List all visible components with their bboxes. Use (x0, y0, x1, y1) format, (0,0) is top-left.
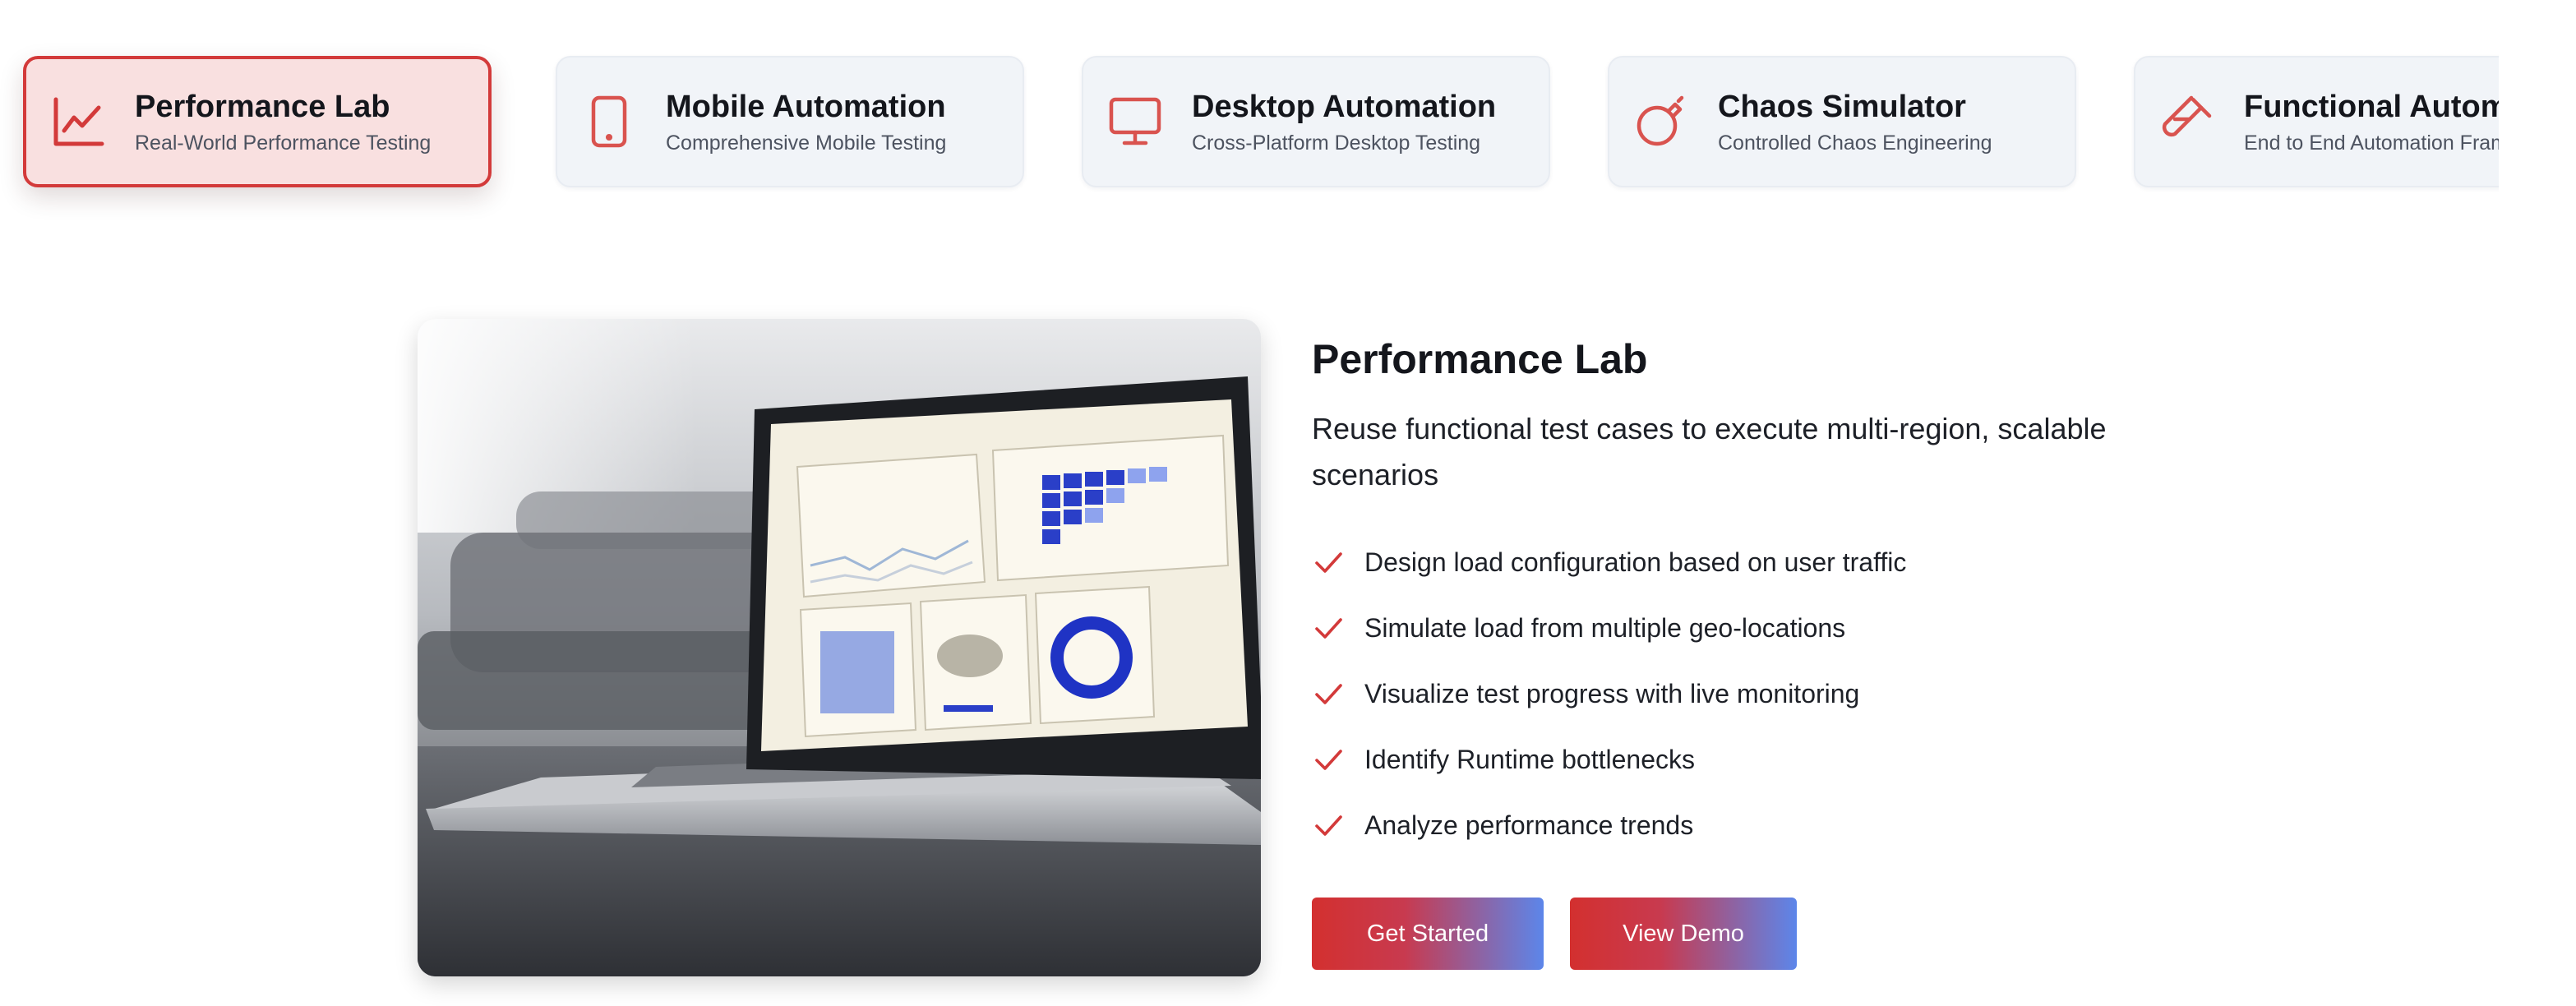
mobile-phone-icon (579, 91, 639, 152)
tab-title: Desktop Automation (1192, 90, 1497, 124)
detail-lead: Reuse functional test cases to execute m… (1312, 412, 2107, 491)
feature-text: Simulate load from multiple geo-location… (1364, 612, 1846, 643)
check-icon (1315, 552, 1342, 573)
list-item: Identify Runtime bottlenecks (1312, 727, 2232, 792)
monitor-icon (1105, 91, 1166, 152)
detail-panel: Performance Lab Reuse functional test ca… (1312, 329, 2232, 858)
hero-image (418, 319, 1261, 976)
check-icon (1315, 815, 1342, 836)
tab-performance-lab[interactable]: Performance Lab Real-World Performance T… (23, 56, 492, 187)
feature-text: Visualize test progress with live monito… (1364, 678, 1860, 708)
list-item: Analyze performance trends (1312, 792, 2232, 858)
check-icon (1315, 618, 1342, 639)
check-icon (1315, 750, 1342, 770)
check-icon (1315, 684, 1342, 704)
feature-list: Design load configuration based on user … (1312, 529, 2232, 858)
tab-subtitle: Cross-Platform Desktop Testing (1192, 132, 1481, 155)
chart-line-icon (48, 91, 108, 152)
tab-subtitle: End to End Automation Fram (2244, 132, 2499, 155)
list-item: Simulate load from multiple geo-location… (1312, 595, 2232, 661)
tab-desktop-automation[interactable]: Desktop Automation Cross-Platform Deskto… (1082, 56, 1550, 187)
product-tabs: Performance Lab Real-World Performance T… (0, 33, 2499, 222)
feature-text: Design load configuration based on user … (1364, 547, 1907, 577)
tab-title: Functional Automat (2244, 90, 2499, 124)
cta-buttons: Get Started View Demo (1312, 898, 1797, 970)
get-started-button[interactable]: Get Started (1312, 898, 1544, 970)
bomb-icon (1631, 91, 1692, 152)
tab-subtitle: Controlled Chaos Engineering (1718, 132, 1992, 155)
tab-subtitle: Real-World Performance Testing (135, 132, 432, 155)
test-tube-icon (2157, 91, 2218, 152)
feature-text: Identify Runtime bottlenecks (1364, 744, 1695, 774)
detail-title: Performance Lab (1312, 336, 1648, 382)
feature-text: Analyze performance trends (1364, 810, 1694, 840)
list-item: Visualize test progress with live monito… (1312, 661, 2232, 727)
list-item: Design load configuration based on user … (1312, 529, 2232, 595)
tab-title: Performance Lab (135, 90, 390, 124)
tab-functional-automation[interactable]: Functional Automat End to End Automation… (2134, 56, 2499, 187)
view-demo-button[interactable]: View Demo (1570, 898, 1797, 970)
tab-mobile-automation[interactable]: Mobile Automation Comprehensive Mobile T… (556, 56, 1024, 187)
tab-title: Mobile Automation (666, 90, 946, 124)
tab-subtitle: Comprehensive Mobile Testing (666, 132, 947, 155)
tab-title: Chaos Simulator (1718, 90, 1966, 124)
tab-chaos-simulator[interactable]: Chaos Simulator Controlled Chaos Enginee… (1608, 56, 2076, 187)
